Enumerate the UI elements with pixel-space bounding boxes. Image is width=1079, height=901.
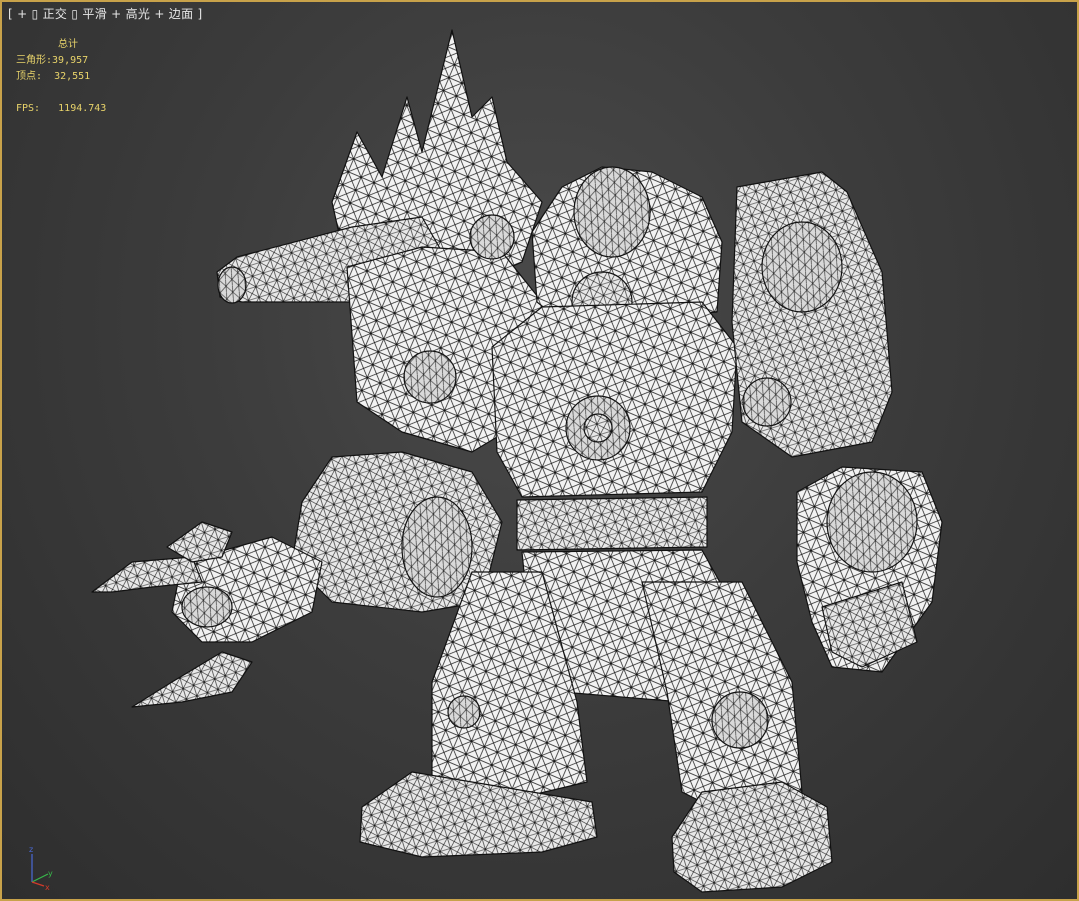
mech-robot-mesh[interactable] — [2, 2, 1077, 899]
perspective-viewport[interactable]: [ + ▯ 正交 ▯ 平滑 + 高光 + 边面 ] 总计 三角形:39,957 … — [0, 0, 1079, 901]
claw-finger-mid — [166, 521, 233, 563]
torso-chest — [491, 301, 738, 498]
waist-belt — [516, 496, 708, 551]
cannon-muzzle — [217, 266, 247, 304]
axis-z-label: z — [29, 845, 33, 854]
axis-gizmo-icon: z y x — [29, 845, 53, 892]
claw-finger-bottom — [131, 651, 253, 708]
axis-x-label: x — [45, 883, 50, 892]
axis-y-label: y — [48, 869, 53, 878]
